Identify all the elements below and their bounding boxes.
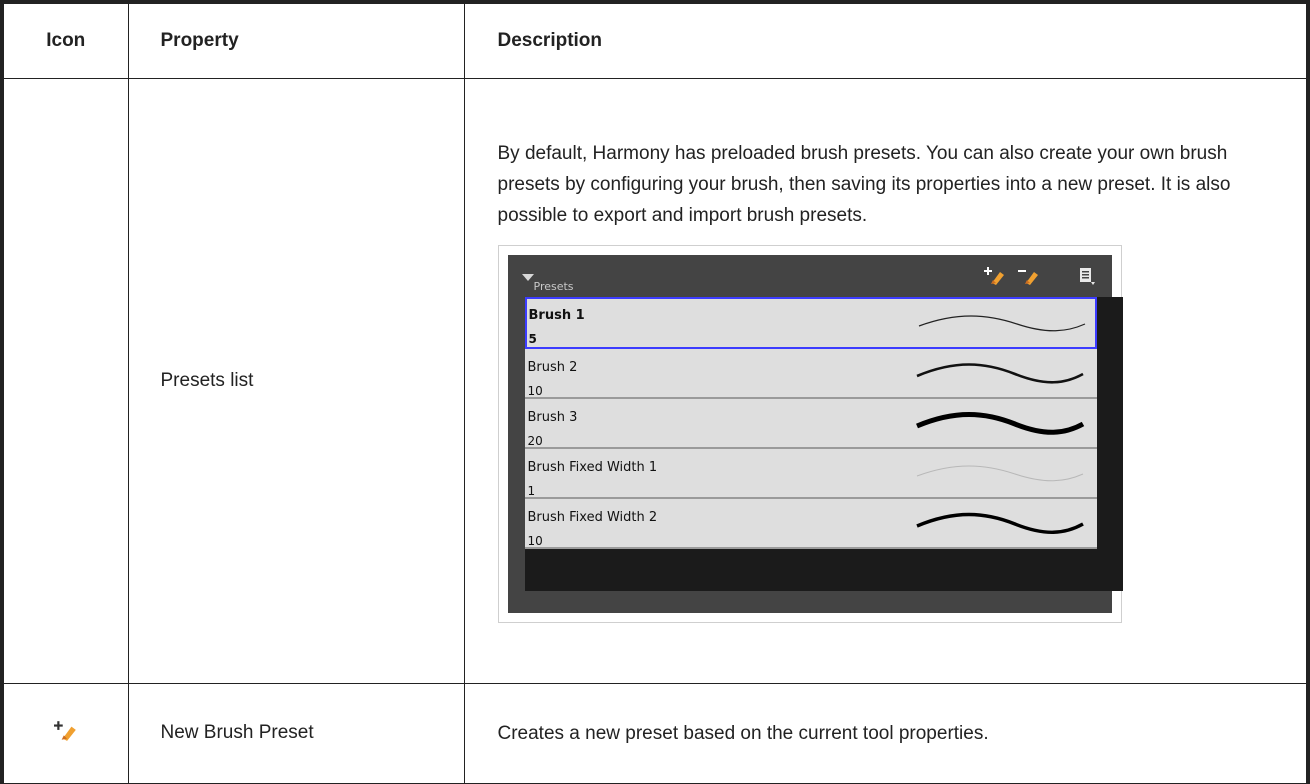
- brush-stroke-preview: [915, 513, 1084, 535]
- presets-panel: Presets Brush 1 5 Brush 2 10 Brush 3 20 …: [507, 255, 1123, 614]
- description-text: By default, Harmony has preloaded brush …: [497, 143, 1231, 227]
- header-icon: Icon: [0, 0, 129, 79]
- header-description: Description: [463, 0, 1310, 79]
- table-row: New Brush Preset Creates a new preset ba…: [0, 682, 1310, 784]
- preset-item[interactable]: Brush 2 10: [524, 349, 1097, 400]
- preset-item[interactable]: Brush Fixed Width 2 10: [524, 499, 1097, 550]
- preset-item[interactable]: Brush 1 5: [524, 297, 1097, 350]
- property-cell: Presets list: [127, 77, 465, 684]
- brush-stroke-preview: [915, 363, 1084, 384]
- preset-item[interactable]: Brush 3 20: [524, 399, 1097, 450]
- description-cell: By default, Harmony has preloaded brush …: [463, 77, 1310, 684]
- table-row: Presets list By default, Harmony has pre…: [0, 77, 1310, 684]
- presets-menu-icon[interactable]: [1076, 265, 1098, 287]
- brush-stroke-preview: [916, 465, 1083, 482]
- preset-item[interactable]: Brush Fixed Width 1 1: [524, 449, 1097, 500]
- preset-name: Brush Fixed Width 2: [527, 510, 658, 526]
- preset-size: 10: [527, 534, 543, 549]
- table-header-row: Icon Property Description: [0, 0, 1310, 79]
- new-brush-preset-icon[interactable]: [983, 265, 1006, 287]
- brush-stroke-preview: [915, 412, 1084, 435]
- header-property: Property: [127, 0, 465, 79]
- icon-cell-empty: [0, 77, 129, 684]
- presets-list[interactable]: Brush 1 5 Brush 2 10 Brush 3 20 Brush Fi…: [524, 297, 1123, 592]
- presets-panel-screenshot: Presets Brush 1 5 Brush 2 10 Brush 3 20 …: [497, 245, 1123, 624]
- property-cell: New Brush Preset: [127, 682, 465, 784]
- icon-cell: [0, 682, 129, 784]
- collapse-caret-icon[interactable]: [521, 274, 534, 282]
- preset-name: Brush Fixed Width 1: [527, 460, 658, 476]
- delete-brush-preset-icon[interactable]: [1017, 265, 1040, 287]
- brush-stroke-preview: [918, 315, 1085, 332]
- new-brush-preset-icon: [53, 721, 76, 741]
- properties-table: Icon Property Description Presets list B…: [0, 0, 1310, 784]
- description-cell: Creates a new preset based on the curren…: [463, 682, 1310, 784]
- preset-name: Brush 1: [528, 308, 585, 324]
